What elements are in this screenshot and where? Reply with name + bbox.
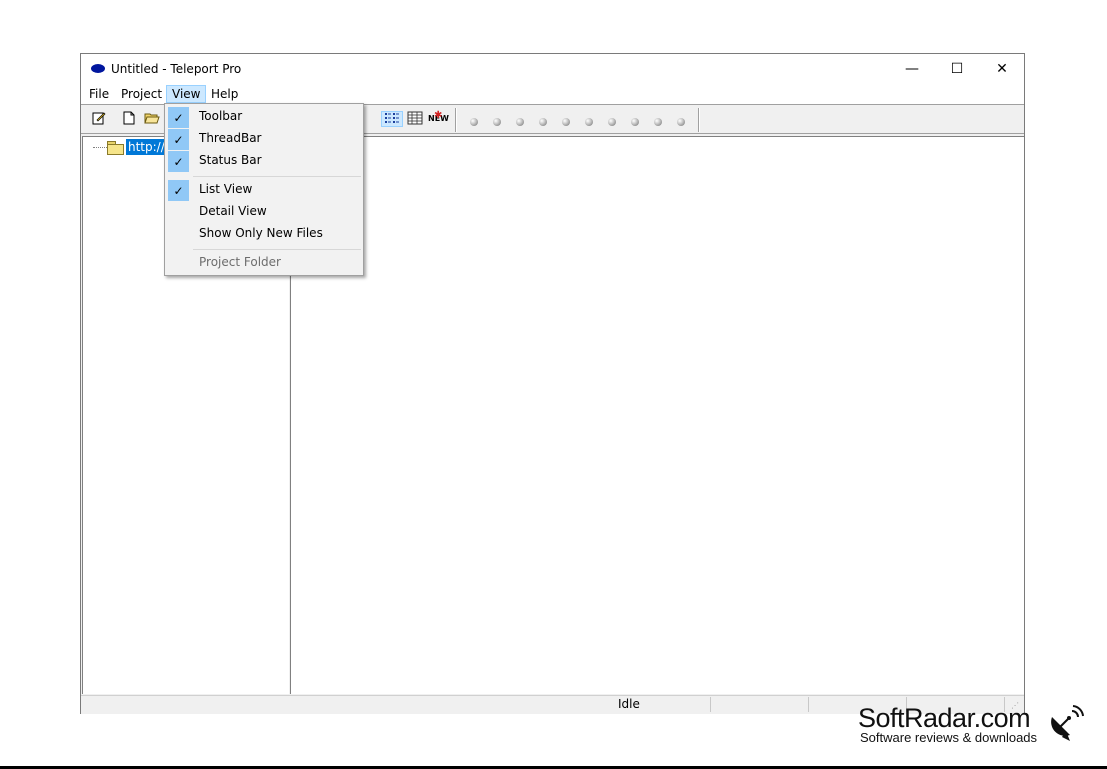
- check-icon: ✓: [168, 107, 189, 128]
- file-list-pane[interactable]: [290, 136, 1024, 694]
- thread-indicator-icon: [516, 118, 524, 126]
- menu-view[interactable]: View: [166, 85, 207, 103]
- menu-bar: File Project View Help: [81, 84, 1024, 104]
- check-icon: ✓: [168, 180, 189, 201]
- softradar-watermark: SoftRadar.com Software reviews & downloa…: [858, 703, 1098, 747]
- thread-indicator-icon: [608, 118, 616, 126]
- open-folder-icon[interactable]: [143, 111, 161, 127]
- check-icon: ✓: [168, 129, 189, 150]
- menu-separator: [193, 249, 361, 250]
- tree-connector: [93, 147, 107, 148]
- thread-indicator-icon: [493, 118, 501, 126]
- status-text: Idle: [618, 697, 640, 711]
- menu-project[interactable]: Project: [116, 85, 167, 103]
- thread-indicator-icon: [562, 118, 570, 126]
- satellite-dish-icon: [1051, 705, 1084, 741]
- menu-item-list-view[interactable]: ✓ List View: [165, 179, 363, 201]
- status-segment: [711, 697, 809, 712]
- edit-icon[interactable]: [90, 111, 108, 127]
- menu-help[interactable]: Help: [206, 85, 243, 103]
- thread-indicator-icon: [585, 118, 593, 126]
- menu-item-threadbar[interactable]: ✓ ThreadBar: [165, 128, 363, 150]
- menu-file[interactable]: File: [84, 85, 114, 103]
- folder-icon: [107, 141, 124, 155]
- menu-separator: [193, 176, 361, 177]
- new-files-icon[interactable]: ✱ NEW: [428, 110, 449, 127]
- app-logo-icon: [91, 64, 105, 73]
- view-menu-dropdown: ✓ Toolbar ✓ ThreadBar ✓ Status Bar ✓ Lis…: [164, 103, 364, 276]
- status-segment: [81, 697, 711, 712]
- detail-view-icon[interactable]: [406, 111, 424, 127]
- menu-item-project-folder: Project Folder: [199, 255, 281, 269]
- menu-item-toolbar[interactable]: ✓ Toolbar: [165, 106, 363, 128]
- maximize-button[interactable]: ☐: [934, 54, 980, 84]
- thread-indicator-icon: [654, 118, 662, 126]
- new-file-icon[interactable]: [120, 111, 138, 127]
- menu-item-status-bar[interactable]: ✓ Status Bar: [165, 150, 363, 172]
- toolbar-separator: [455, 108, 457, 132]
- toolbar-separator: [698, 108, 700, 132]
- menu-item-show-only-new-files[interactable]: Show Only New Files: [165, 223, 363, 245]
- title-bar[interactable]: Untitled - Teleport Pro — ☐ ✕: [81, 54, 1024, 84]
- watermark-subtitle: Software reviews & downloads: [860, 730, 1038, 745]
- minimize-button[interactable]: —: [889, 54, 935, 84]
- thread-indicator-icon: [677, 118, 685, 126]
- thread-indicator-icon: [470, 118, 478, 126]
- list-view-icon[interactable]: [381, 111, 403, 127]
- check-icon: ✓: [168, 151, 189, 172]
- close-button[interactable]: ✕: [979, 54, 1025, 84]
- thread-indicator-icon: [631, 118, 639, 126]
- window-title: Untitled - Teleport Pro: [111, 62, 242, 76]
- thread-indicator-icon: [539, 118, 547, 126]
- menu-item-detail-view[interactable]: Detail View: [165, 201, 363, 223]
